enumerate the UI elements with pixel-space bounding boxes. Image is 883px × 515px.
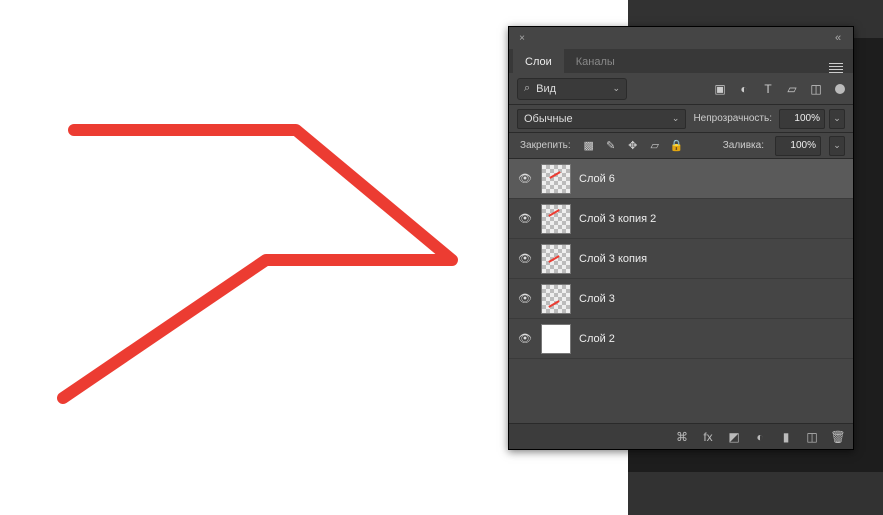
layers-panel: × « Слои Каналы ⌕ Вид ⌄ ▣ ◐ T ▱ ◫ Обычны…	[508, 26, 854, 450]
filter-shape-icon[interactable]: ▱	[785, 82, 799, 96]
layer-row[interactable]: 👁 Слой 3 копия 2	[509, 199, 853, 239]
fill-stepper[interactable]: ⌄	[829, 136, 845, 156]
panel-tabs: Слои Каналы	[509, 49, 853, 73]
layer-name[interactable]: Слой 2	[579, 333, 615, 345]
layer-thumbnail[interactable]	[541, 164, 571, 194]
filter-adjust-icon[interactable]: ◐	[737, 82, 751, 96]
panel-menu-icon[interactable]	[819, 63, 853, 73]
opacity-label: Непрозрачность:	[690, 113, 775, 124]
lock-pixels-icon[interactable]: ▩	[582, 139, 596, 153]
chevron-down-icon: ⌄	[612, 83, 620, 94]
tab-layers[interactable]: Слои	[513, 49, 564, 73]
visibility-icon[interactable]: 👁	[517, 212, 533, 225]
group-icon[interactable]: ▮	[779, 430, 793, 444]
collapse-icon[interactable]: «	[835, 32, 847, 44]
tab-channels[interactable]: Каналы	[564, 49, 627, 73]
filter-smart-icon[interactable]: ◫	[809, 82, 823, 96]
filter-toggle[interactable]	[835, 84, 845, 94]
lock-fill-row: Закрепить: ▩ ✎ ✥ ▱ 🔒 Заливка: 100% ⌄	[509, 133, 853, 159]
blend-mode-label: Обычные	[524, 113, 573, 125]
mask-icon[interactable]: ◩	[727, 430, 741, 444]
lock-all-icon[interactable]: 🔒	[670, 139, 684, 153]
blend-opacity-row: Обычные ⌄ Непрозрачность: 100% ⌄	[509, 105, 853, 133]
app-bar-bottom	[628, 472, 883, 515]
lock-brush-icon[interactable]: ✎	[604, 139, 618, 153]
lock-artboard-icon[interactable]: ▱	[648, 139, 662, 153]
layer-name[interactable]: Слой 3 копия 2	[579, 213, 656, 225]
layer-thumbnail[interactable]	[541, 244, 571, 274]
layer-type-filter[interactable]: ⌕ Вид ⌄	[517, 78, 627, 100]
layer-name[interactable]: Слой 3 копия	[579, 253, 647, 265]
filter-text-icon[interactable]: T	[761, 82, 775, 96]
layer-filter-row: ⌕ Вид ⌄ ▣ ◐ T ▱ ◫	[509, 73, 853, 105]
link-layers-icon[interactable]: ⌘	[675, 430, 689, 444]
panel-titlebar[interactable]: × «	[509, 27, 853, 49]
new-layer-icon[interactable]: ◫	[805, 430, 819, 444]
lock-move-icon[interactable]: ✥	[626, 139, 640, 153]
visibility-icon[interactable]: 👁	[517, 252, 533, 265]
adjustment-icon[interactable]: ◐	[753, 430, 767, 444]
layer-name[interactable]: Слой 3	[579, 293, 615, 305]
trash-icon[interactable]: 🗑	[831, 430, 845, 444]
lock-icons-group: ▩ ✎ ✥ ▱ 🔒	[582, 139, 684, 153]
fill-value[interactable]: 100%	[775, 136, 821, 156]
layers-list: 👁 Слой 6 👁 Слой 3 копия 2 👁 Слой 3 копия 👁 Слой…	[509, 159, 853, 359]
layer-thumbnail[interactable]	[541, 284, 571, 314]
visibility-icon[interactable]: 👁	[517, 172, 533, 185]
layer-thumbnail[interactable]	[541, 204, 571, 234]
layer-row[interactable]: 👁 Слой 3 копия	[509, 239, 853, 279]
lock-label: Закрепить:	[517, 140, 574, 151]
visibility-icon[interactable]: 👁	[517, 292, 533, 305]
layer-row[interactable]: 👁 Слой 3	[509, 279, 853, 319]
panel-footer: ⌘ fx ◩ ◐ ▮ ◫ 🗑	[509, 423, 853, 449]
opacity-stepper[interactable]: ⌄	[829, 109, 845, 129]
close-icon[interactable]: ×	[515, 33, 529, 44]
layer-name[interactable]: Слой 6	[579, 173, 615, 185]
layer-thumbnail[interactable]	[541, 324, 571, 354]
fx-icon[interactable]: fx	[701, 430, 715, 444]
search-icon: ⌕	[524, 82, 530, 95]
visibility-icon[interactable]: 👁	[517, 332, 533, 345]
layer-row[interactable]: 👁 Слой 6	[509, 159, 853, 199]
layer-row[interactable]: 👁 Слой 2	[509, 319, 853, 359]
blend-mode-select[interactable]: Обычные ⌄	[517, 109, 686, 129]
filter-icons-group: ▣ ◐ T ▱ ◫	[713, 82, 823, 96]
chevron-down-icon: ⌄	[672, 113, 680, 124]
opacity-value[interactable]: 100%	[779, 109, 825, 129]
fill-label: Заливка:	[720, 140, 767, 151]
filter-image-icon[interactable]: ▣	[713, 82, 727, 96]
layer-type-filter-label: Вид	[536, 83, 556, 95]
